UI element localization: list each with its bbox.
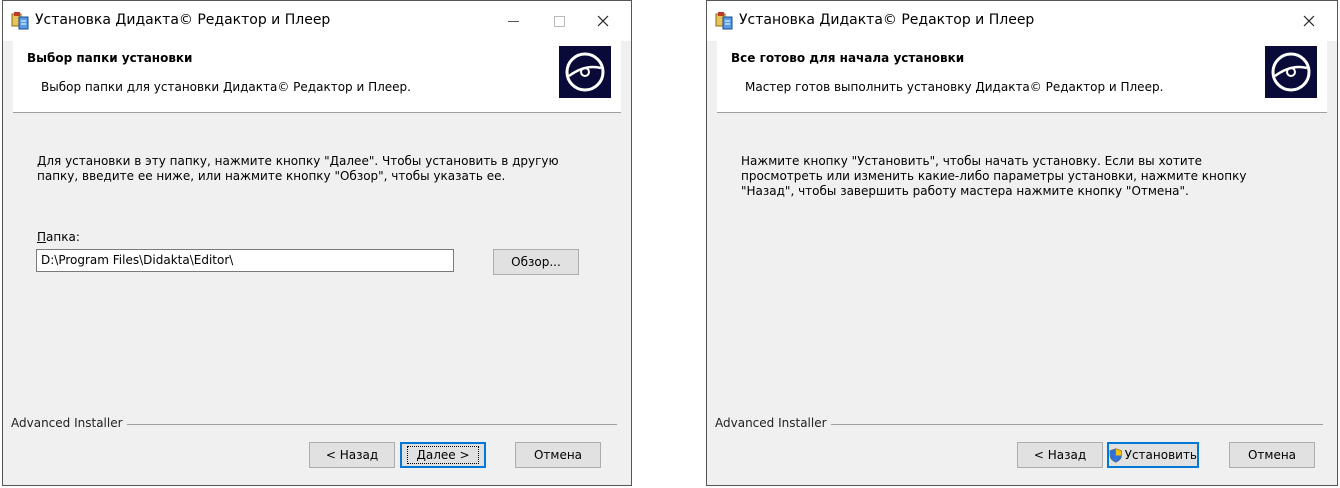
instructions-line: Для установки в эту папку, нажмите кнопк… [37,154,559,168]
install-button-label: Установить [1124,448,1197,462]
instructions-line: папку, введите ее ниже, или нажмите кноп… [37,169,506,183]
title-bar[interactable]: Установка Дидакта© Редактор и Плеер [3,1,631,41]
installer-app-icon [715,12,733,30]
disc-icon [1265,46,1317,98]
installer-window-ready: Установка Дидакта© Редактор и Плеер Все … [706,0,1338,486]
instructions-line: "Назад", чтобы завершить работу мастера … [741,184,1189,198]
maximize-icon[interactable] [537,5,581,37]
browse-button[interactable]: Обзор... [493,249,579,275]
content-area: Нажмите кнопку "Установить", чтобы начат… [717,112,1327,415]
next-button[interactable]: Далее > [400,442,486,468]
installer-app-icon [11,12,29,30]
folder-label: Папка: [37,230,80,244]
footer-brand: Advanced Installer [715,416,831,430]
title-bar[interactable]: Установка Дидакта© Редактор и Плеер [707,1,1337,41]
banner-title: Все готово для начала установки [731,51,965,65]
folder-path-input[interactable]: D:\Program Files\Didakta\Editor\ [36,249,454,272]
installer-window-folder: Установка Дидакта© Редактор и Плеер Выбо… [2,0,632,486]
instructions-line: Нажмите кнопку "Установить", чтобы начат… [741,154,1203,168]
banner: Все готово для начала установки Мастер г… [717,41,1327,113]
folder-label-accesskey: П [37,230,47,244]
install-button[interactable]: Установить [1107,442,1199,468]
back-button[interactable]: < Назад [309,442,395,468]
banner-subtitle: Выбор папки для установки Дидакта© Редак… [41,80,411,94]
instructions-line: просмотреть или изменить какие-либо пара… [741,169,1247,183]
close-icon[interactable] [1287,5,1331,37]
folder-label-text: апка: [46,230,80,244]
instructions: Нажмите кнопку "Установить", чтобы начат… [741,154,1246,199]
next-button-label: Далее > [407,446,479,464]
footer-brand: Advanced Installer [11,416,127,430]
content-area: Для установки в эту папку, нажмите кнопк… [13,112,621,415]
banner: Выбор папки установки Выбор папки для ус… [13,41,621,113]
cancel-button[interactable]: Отмена [515,442,601,468]
uac-shield-icon [1109,447,1122,463]
minimize-icon[interactable] [491,5,535,37]
window-title: Установка Дидакта© Редактор и Плеер [35,12,331,28]
instructions: Для установки в эту папку, нажмите кнопк… [37,154,559,184]
back-button[interactable]: < Назад [1017,442,1103,468]
banner-title: Выбор папки установки [27,51,193,65]
banner-subtitle: Мастер готов выполнить установку Дидакта… [745,80,1164,94]
close-icon[interactable] [581,5,625,37]
window-title: Установка Дидакта© Редактор и Плеер [739,12,1035,28]
disc-icon [559,46,611,98]
cancel-button[interactable]: Отмена [1229,442,1315,468]
